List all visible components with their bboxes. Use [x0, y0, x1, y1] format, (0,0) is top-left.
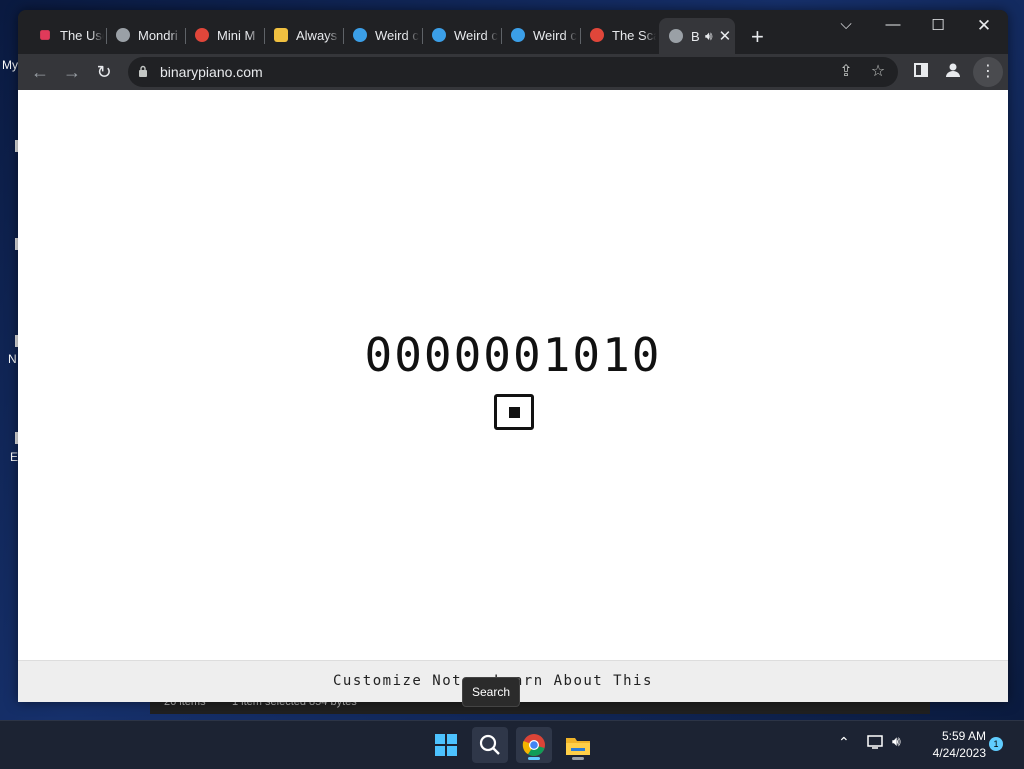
browser-window: The Use Mondri Mini M Always Weird c Wei…	[18, 10, 1008, 702]
side-panel-icon[interactable]	[914, 63, 928, 80]
reload-button[interactable]: ↻	[92, 60, 116, 84]
tab[interactable]: Weird c	[343, 22, 419, 48]
desktop-icon-label[interactable]: My	[2, 58, 18, 72]
tab-title: The Use	[60, 27, 104, 43]
stop-button[interactable]	[494, 394, 534, 430]
tab-title: Always	[296, 27, 338, 43]
forward-button[interactable]: →	[60, 60, 84, 84]
tab[interactable]: The Use	[28, 22, 104, 48]
notification-badge[interactable]: 1	[989, 737, 1003, 751]
tab-strip: The Use Mondri Mini M Always Weird c Wei…	[18, 10, 1008, 54]
tab[interactable]: Mondri	[106, 22, 182, 48]
close-window-button[interactable]: ✕	[964, 16, 1004, 36]
tab-title: Mini M	[217, 27, 256, 43]
lock-icon	[139, 65, 147, 77]
volume-icon[interactable]: 🔊︎	[892, 733, 901, 750]
globe-icon	[669, 29, 683, 43]
browser-toolbar: ← → ↻ binarypiano.com ⇪ ☆ ⋮	[18, 54, 1008, 90]
share-icon[interactable]: ⇪	[834, 61, 858, 81]
people-icon	[511, 28, 525, 42]
globe-icon	[116, 28, 130, 42]
maximize-button[interactable]: ☐	[918, 16, 958, 34]
speaker-icon[interactable]: 🔊︎	[705, 29, 713, 44]
show-hidden-icons-chevron-icon[interactable]: ⌃	[838, 734, 850, 751]
address-bar[interactable]: binarypiano.com ⇪ ☆	[128, 57, 898, 87]
tab[interactable]: Weird c	[422, 22, 498, 48]
tab[interactable]: The Sca	[580, 22, 656, 48]
new-tab-button[interactable]: +	[751, 24, 764, 50]
chrome-taskbar-button[interactable]	[516, 727, 552, 763]
network-icon[interactable]	[867, 734, 885, 753]
back-button[interactable]: ←	[28, 60, 52, 84]
browser-menu-button[interactable]: ⋮	[973, 57, 1003, 87]
binary-display: 0000001010	[364, 328, 662, 382]
stop-icon	[509, 407, 520, 418]
tab-title: The Sca	[612, 27, 656, 43]
tab-title: Mondri	[138, 27, 178, 43]
desktop-icon-label[interactable]: N	[8, 352, 17, 366]
search-button[interactable]	[472, 727, 508, 763]
clock[interactable]: 5:59 AM 4/24/2023	[924, 728, 986, 762]
minimize-button[interactable]: —	[873, 16, 913, 33]
bookmark-star-icon[interactable]: ☆	[866, 61, 890, 81]
people-icon	[353, 28, 367, 42]
tab-title: Weird c	[454, 27, 498, 43]
clock-time: 5:59 AM	[941, 729, 986, 743]
notebook-icon	[274, 28, 288, 42]
search-tooltip: Search	[462, 677, 520, 707]
tab-search-chevron-icon[interactable]: ⌵	[826, 16, 866, 33]
tab[interactable]: Mini M	[185, 22, 261, 48]
tab[interactable]: Always	[264, 22, 340, 48]
tab-title: Weird c	[533, 27, 577, 43]
desktop-icon-label[interactable]: E	[10, 450, 18, 464]
windows-logo-icon	[435, 734, 457, 756]
tab-title: Weird c	[375, 27, 419, 43]
close-tab-icon[interactable]: ✕	[719, 27, 732, 45]
tomato-icon	[195, 28, 209, 42]
customize-notes-link[interactable]: Customize Not	[333, 673, 462, 689]
red-square-icon	[40, 30, 50, 40]
start-button[interactable]	[428, 727, 464, 763]
tab[interactable]: Weird c	[501, 22, 577, 48]
file-explorer-taskbar-button[interactable]	[560, 727, 596, 763]
taskbar: ⌃ 🔊︎ 5:59 AM 4/24/2023	[0, 720, 1024, 769]
url-text: binarypiano.com	[160, 64, 263, 80]
people-icon	[432, 28, 446, 42]
tab-active[interactable]: B 🔊︎ ✕	[659, 18, 735, 54]
profile-icon[interactable]	[945, 62, 961, 81]
page-content: 0000001010 Customize Not Learn About Thi…	[18, 90, 1008, 702]
clock-date: 4/24/2023	[932, 746, 986, 760]
search-icon	[479, 734, 500, 755]
tomato-icon	[590, 28, 604, 42]
tab-title: B	[691, 28, 700, 44]
